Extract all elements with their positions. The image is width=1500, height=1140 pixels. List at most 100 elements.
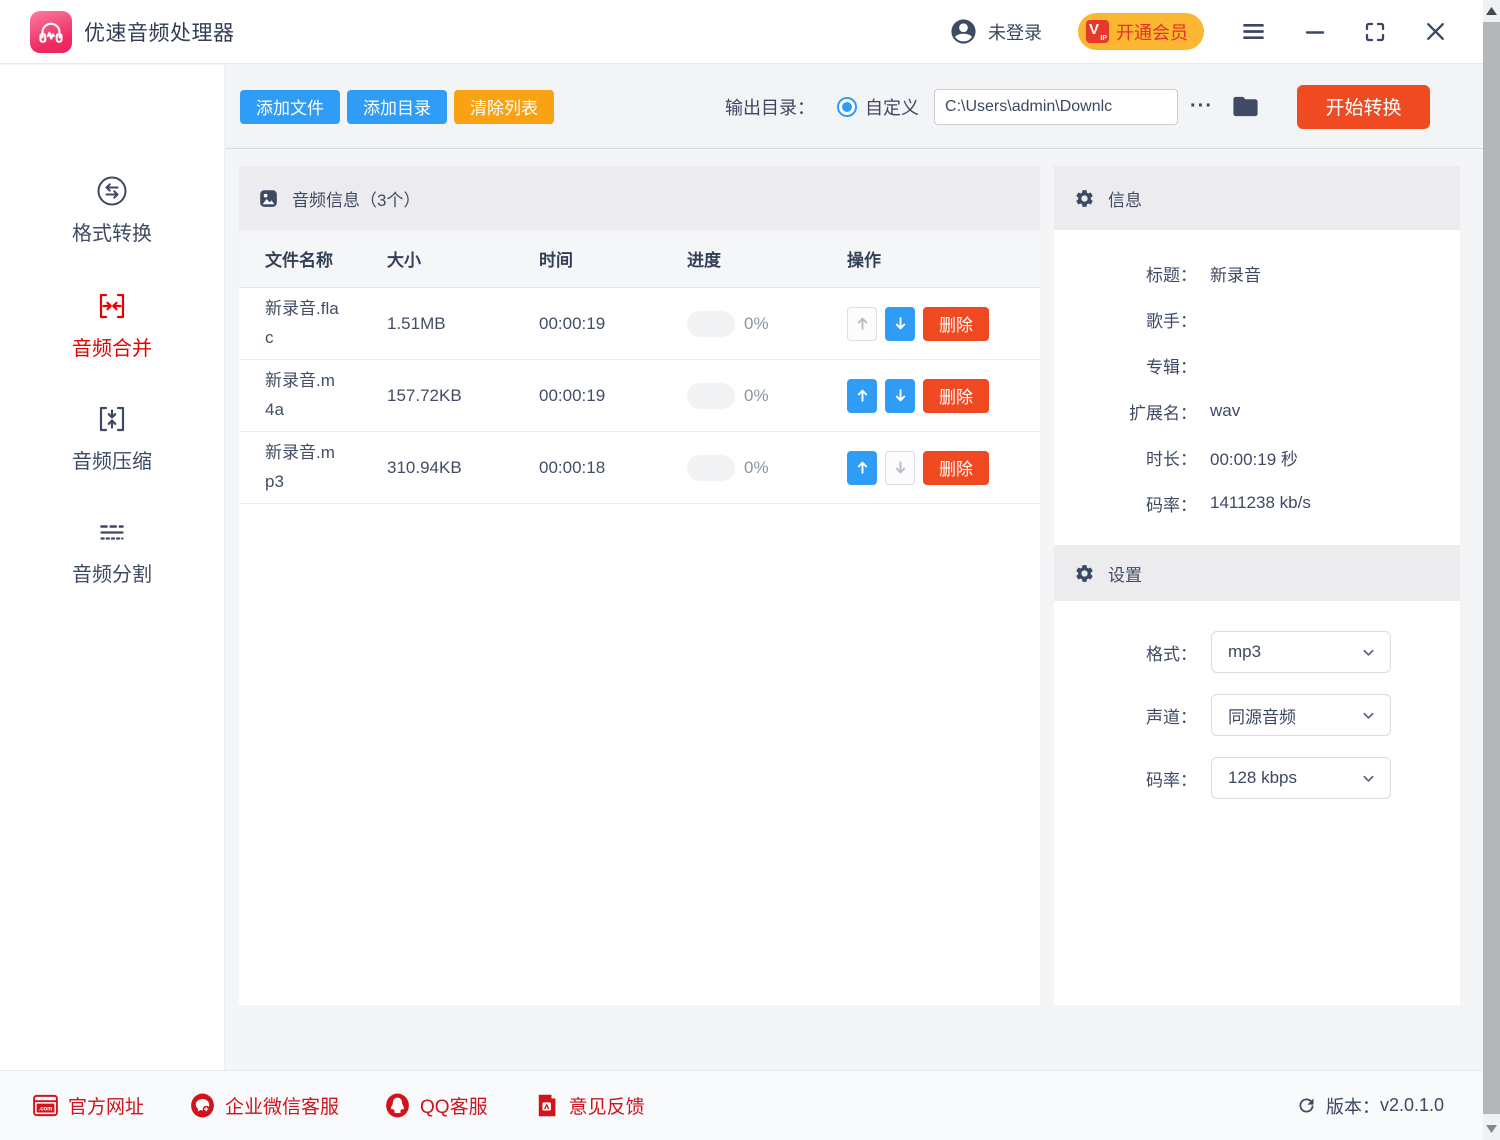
file-time: 00:00:19 <box>539 314 687 334</box>
window-scrollbar <box>1483 0 1500 1140</box>
version-value: v2.0.1.0 <box>1380 1095 1444 1116</box>
arrow-down-icon <box>892 315 909 332</box>
feedback-doc-icon <box>533 1092 560 1119</box>
custom-radio-label[interactable]: 自定义 <box>865 94 919 120</box>
footer-link-label: 企业微信客服 <box>225 1092 339 1119</box>
sidebar-item-label: 音频合并 <box>72 332 152 361</box>
app-window: 优速音频处理器 未登录 VIP 开通会员 <box>0 0 1500 1140</box>
col-size: 大小 <box>387 246 539 271</box>
audio-info-icon <box>258 188 279 209</box>
delete-button[interactable]: 删除 <box>923 307 989 341</box>
arrow-up-icon <box>854 387 871 404</box>
output-path-input[interactable] <box>934 89 1178 125</box>
sidebar-item-format-convert[interactable]: 格式转换 <box>0 173 224 246</box>
sidebar-item-label: 格式转换 <box>72 217 152 246</box>
official-website-link[interactable]: .com 官方网址 <box>32 1092 144 1119</box>
qq-service-link[interactable]: QQ客服 <box>384 1092 488 1119</box>
sidebar-item-label: 音频分割 <box>72 558 152 587</box>
progress-bar <box>687 455 735 481</box>
info-fields: 标题：新录音 歌手： 专辑： 扩展名：wav 时长：00:00:19 秒 码率：… <box>1054 230 1460 545</box>
bitrate-select-value: 128 kbps <box>1228 768 1297 788</box>
feedback-link[interactable]: 意见反馈 <box>533 1092 645 1119</box>
arrow-down-icon <box>892 459 909 476</box>
file-name: 新录音.mp3 <box>265 439 343 495</box>
move-up-button[interactable] <box>847 451 877 485</box>
gear-icon <box>1074 188 1095 209</box>
gear-icon <box>1074 563 1095 584</box>
sidebar: 格式转换 音频合并 音频压缩 音频分割 <box>0 65 225 1070</box>
open-folder-button[interactable] <box>1231 92 1260 121</box>
col-time: 时间 <box>539 246 687 271</box>
close-button[interactable] <box>1423 19 1448 44</box>
sidebar-item-audio-compress[interactable]: 音频压缩 <box>0 401 224 474</box>
setting-label: 格式： <box>1054 640 1197 665</box>
col-actions: 操作 <box>847 246 1040 271</box>
channel-select-value: 同源音频 <box>1228 703 1296 728</box>
settings-panel-header: 设置 <box>1054 545 1460 601</box>
output-dir-label: 输出目录： <box>725 94 815 120</box>
add-directory-button[interactable]: 添加目录 <box>347 90 447 124</box>
login-label[interactable]: 未登录 <box>988 19 1042 45</box>
table-row[interactable]: 新录音.mp3 310.94KB 00:00:18 0% 删除 <box>239 432 1040 504</box>
file-panel-title: 音频信息（3个） <box>292 186 420 211</box>
login-status[interactable]: 未登录 <box>949 17 1042 46</box>
maximize-icon <box>1363 20 1387 44</box>
file-size: 310.94KB <box>387 458 539 478</box>
file-size: 1.51MB <box>387 314 539 334</box>
vip-label: 开通会员 <box>1116 19 1188 45</box>
channel-select[interactable]: 同源音频 <box>1211 694 1391 736</box>
scroll-up-button[interactable] <box>1483 0 1500 22</box>
browse-more-button[interactable]: ··· <box>1190 95 1213 118</box>
info-value: 1411238 kb/s <box>1210 493 1311 513</box>
progress-bar <box>687 311 735 337</box>
scrollbar-thumb[interactable] <box>1483 22 1500 1114</box>
wechat-service-link[interactable]: 企业微信客服 <box>189 1092 339 1119</box>
move-down-button[interactable] <box>885 379 915 413</box>
user-avatar-icon <box>949 17 978 46</box>
menu-button[interactable] <box>1240 18 1267 45</box>
info-panel-header: 信息 <box>1054 166 1460 230</box>
folder-icon <box>1231 92 1260 121</box>
file-name: 新录音.flac <box>265 295 343 351</box>
arrow-down-icon <box>892 387 909 404</box>
version-info: 版本： v2.0.1.0 <box>1296 1093 1444 1119</box>
file-panel-header: 音频信息（3个） <box>239 166 1040 230</box>
maximize-button[interactable] <box>1363 20 1387 44</box>
svg-text:.com: .com <box>39 1107 53 1113</box>
info-panel-title: 信息 <box>1108 186 1142 211</box>
bitrate-select[interactable]: 128 kbps <box>1211 757 1391 799</box>
sidebar-item-audio-split[interactable]: 音频分割 <box>0 514 224 587</box>
table-row[interactable]: 新录音.flac 1.51MB 00:00:19 0% 删除 <box>239 288 1040 360</box>
add-file-button[interactable]: 添加文件 <box>240 90 340 124</box>
scroll-down-button[interactable] <box>1483 1118 1500 1140</box>
delete-button[interactable]: 删除 <box>923 451 989 485</box>
format-convert-icon <box>94 173 130 209</box>
triangle-up-icon <box>1486 7 1497 15</box>
start-convert-button[interactable]: 开始转换 <box>1297 85 1430 129</box>
sidebar-item-audio-merge[interactable]: 音频合并 <box>0 288 224 361</box>
file-time: 00:00:18 <box>539 458 687 478</box>
col-progress: 进度 <box>687 246 847 271</box>
audio-merge-icon <box>94 288 130 324</box>
vip-button[interactable]: VIP 开通会员 <box>1078 13 1204 50</box>
custom-radio[interactable] <box>837 97 857 117</box>
move-down-button[interactable] <box>885 307 915 341</box>
move-up-button[interactable] <box>847 379 877 413</box>
chevron-down-icon <box>1361 771 1376 786</box>
file-name: 新录音.m4a <box>265 367 343 423</box>
progress-value: 0% <box>744 314 769 334</box>
clear-list-button[interactable]: 清除列表 <box>454 90 554 124</box>
app-logo-headphones-icon <box>30 11 72 53</box>
delete-button[interactable]: 删除 <box>923 379 989 413</box>
minimize-icon <box>1303 20 1327 44</box>
sidebar-item-label: 音频压缩 <box>72 445 152 474</box>
version-label: 版本： <box>1326 1093 1380 1119</box>
format-select[interactable]: mp3 <box>1211 631 1391 673</box>
settings-fields: 格式： mp3 声道： 同源音频 码率： 128 kbps <box>1054 601 1460 799</box>
table-row[interactable]: 新录音.m4a 157.72KB 00:00:19 0% 删除 <box>239 360 1040 432</box>
arrow-up-icon <box>854 315 871 332</box>
footer-link-label: 意见反馈 <box>569 1092 645 1119</box>
minimize-button[interactable] <box>1303 20 1327 44</box>
arrow-up-icon <box>854 459 871 476</box>
triangle-down-icon <box>1486 1125 1497 1133</box>
